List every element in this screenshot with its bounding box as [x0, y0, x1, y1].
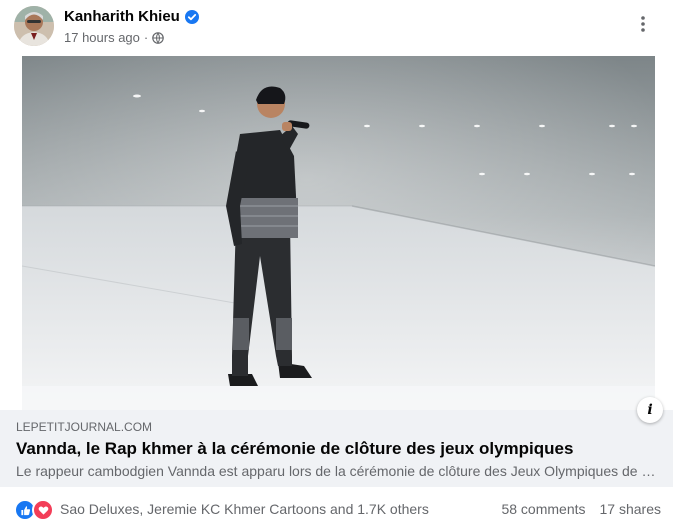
- reaction-names[interactable]: Sao Deluxes, Jeremie KC Khmer Cartoons a…: [60, 501, 429, 517]
- meta-separator: ·: [143, 30, 149, 45]
- post-header: Kanharith Khieu 17 hours ago ·: [0, 0, 673, 56]
- author-avatar[interactable]: [14, 6, 54, 46]
- link-description: Le rappeur cambodgien Vannda est apparu …: [16, 463, 656, 479]
- comments-count[interactable]: 58 comments: [501, 501, 585, 517]
- more-options-button[interactable]: [629, 10, 657, 38]
- reactions-bar: Sao Deluxes, Jeremie KC Khmer Cartoons a…: [0, 487, 673, 527]
- shares-count[interactable]: 17 shares: [600, 501, 661, 517]
- verified-badge-icon: [184, 9, 199, 24]
- globe-icon[interactable]: [152, 31, 165, 44]
- link-domain: LEPETITJOURNAL.COM: [16, 420, 153, 434]
- author-name[interactable]: Kanharith Khieu: [64, 8, 180, 25]
- info-icon[interactable]: i: [637, 397, 663, 423]
- reaction-icons[interactable]: [14, 499, 54, 521]
- link-preview-image-area[interactable]: [0, 56, 673, 410]
- post-timestamp[interactable]: 17 hours ago: [64, 30, 140, 45]
- performer-stage-photo: [22, 56, 655, 410]
- info-glyph: i: [647, 402, 653, 418]
- avatar-photo: [14, 6, 54, 46]
- link-preview-card[interactable]: LEPETITJOURNAL.COM Vannda, le Rap khmer …: [0, 410, 673, 487]
- link-title[interactable]: Vannda, le Rap khmer à la cérémonie de c…: [16, 439, 573, 459]
- more-vertical-icon: [641, 16, 645, 32]
- love-icon: [32, 499, 54, 521]
